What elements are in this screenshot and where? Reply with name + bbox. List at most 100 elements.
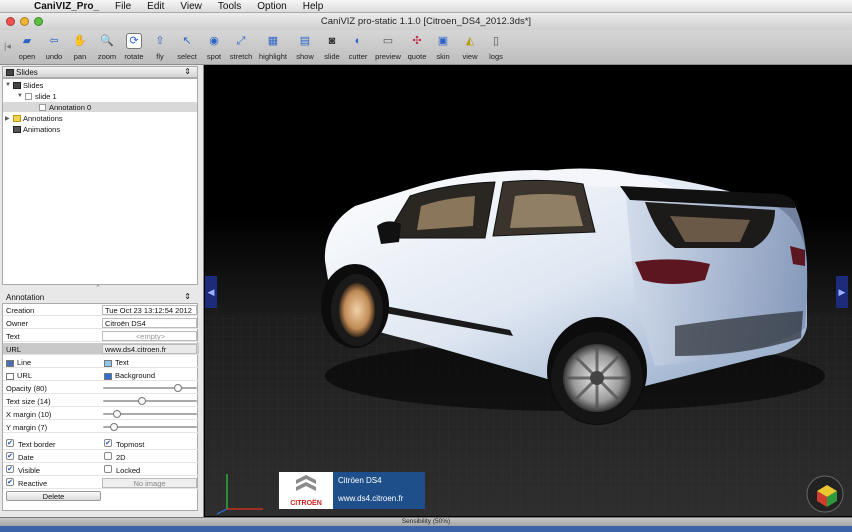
slides-tree: ▼ Slides ▼ slide 1 Annotation 0 ▶ Annota… [2,78,198,285]
prop-label: 2D [116,453,126,462]
slider-knob[interactable] [110,423,119,431]
preview-button[interactable]: ▭ preview [373,33,403,61]
menu-file[interactable]: File [107,1,139,12]
reactive-checkbox[interactable]: ✔ [6,478,14,486]
text-size-slider[interactable] [103,397,197,405]
text-border-checkbox[interactable]: ✔ [6,439,14,447]
3d-viewport[interactable]: ◀ ▶ CITROËN Citröen DS4 www.ds4.citroen.… [205,66,852,516]
spot-button[interactable]: ◉ spot [199,33,229,61]
text-color-swatch[interactable] [104,359,112,367]
y-margin-slider[interactable] [103,423,197,431]
menu-option[interactable]: Option [249,1,294,12]
tree-item-slides[interactable]: ▼ Slides [5,80,197,90]
view-cube-icon[interactable] [806,475,844,513]
highlight-icon: ▦ [267,34,279,47]
background-color-picker[interactable]: Background [104,371,155,380]
stretch-button[interactable]: ⤢ stretch [226,33,256,61]
prop-label: Line [17,358,32,367]
url-field[interactable]: www.ds4.citroen.fr [102,344,197,354]
open-button[interactable]: ▰ open [12,33,42,61]
progress-strip [0,526,852,532]
open-label: open [18,52,36,61]
prop-text-border-topmost: ✔ Text border ✔ Topmost [3,438,199,450]
app-menu[interactable]: CaniVIZ_Pro_ [28,1,107,12]
spot-label: spot [206,52,222,61]
date-checkbox[interactable]: ✔ [6,452,14,460]
url-color-picker[interactable]: URL [6,371,32,380]
slides-panel-header[interactable]: Slides ⇕ [2,66,198,78]
x-margin-slider[interactable] [103,410,197,418]
owner-field[interactable]: Citroën DS4 [102,318,197,328]
show-button[interactable]: ▤ show [290,33,320,61]
select-icon: ↖ [182,34,192,47]
logo-text: CITROËN [290,499,322,507]
slider-knob[interactable] [174,384,183,392]
next-slide-arrow[interactable]: ▶ [836,276,848,308]
logs-icon: ▯ [492,34,500,47]
2d-checkbox[interactable] [104,452,112,460]
slider-knob[interactable] [138,397,147,405]
highlight-button[interactable]: ▦ highlight [258,33,288,61]
cutter-button[interactable]: ◐ cutter [343,33,373,61]
prop-url: URL www.ds4.citroen.fr [3,343,199,355]
visible-checkbox[interactable]: ✔ [6,465,14,473]
window-title: CaniVIZ pro-static 1.1.0 [Citroen_DS4_20… [320,16,532,27]
slides-folder-icon [13,81,21,89]
sensibility-slider[interactable]: Sensibility (50%) [0,517,852,526]
tree-item-annotation-0[interactable]: Annotation 0 [3,102,197,112]
slider-knob[interactable] [113,410,122,418]
tree-item-animations[interactable]: Animations [13,124,197,134]
skin-button[interactable]: ▣ skin [428,33,458,61]
annotation-panel-header[interactable]: Annotation ⇕ [2,291,198,303]
skin-icon: ▣ [437,34,449,47]
prop-url-background-color: URL Background [3,369,199,381]
select-label: select [177,52,197,61]
menu-view[interactable]: View [172,1,210,12]
menu-tools[interactable]: Tools [210,1,249,12]
prev-slide-arrow[interactable]: ◀ [205,276,217,308]
creation-value: Tue Oct 23 13:12:54 2012 [102,305,197,315]
prop-label: Text [6,332,20,341]
annotation-checkbox[interactable] [39,103,46,111]
slide-checkbox[interactable] [25,92,32,100]
expand-triangle-icon[interactable]: ▼ [5,82,13,88]
topmost-checkbox[interactable]: ✔ [104,439,112,447]
rotate-icon: ⟳ [126,33,142,49]
prop-text: Text <empty> [3,330,199,342]
opacity-slider[interactable] [103,384,197,392]
logs-button[interactable]: ▯ logs [481,33,511,61]
expand-triangle-icon[interactable]: ▼ [17,93,25,99]
menu-bar: CaniVIZ_Pro_ File Edit View Tools Option… [0,0,852,13]
text-field[interactable]: <empty> [102,331,197,341]
zoom-button[interactable]: 🔍 zoom [92,33,122,61]
image-picker[interactable]: No image [102,478,197,488]
panel-selector-icon[interactable]: ⇕ [184,292,191,301]
line-color-picker[interactable]: Line [6,358,31,367]
collapsed-triangle-icon[interactable]: ▶ [5,115,13,122]
select-button[interactable]: ↖ select [172,33,202,61]
prop-x-margin: X margin (10) [3,408,199,420]
tree-item-annotations[interactable]: ▶ Annotations [5,113,197,123]
menu-help[interactable]: Help [295,1,332,12]
text-color-picker[interactable]: Text [104,358,129,367]
url-color-swatch[interactable] [6,372,14,380]
spot-icon: ◉ [209,34,219,47]
film-icon [13,125,21,133]
tree-item-slide-1[interactable]: ▼ slide 1 [17,91,197,101]
prop-label: Date [18,453,34,462]
delete-button[interactable]: Delete [6,491,101,501]
menu-edit[interactable]: Edit [139,1,172,12]
line-color-swatch[interactable] [6,359,14,367]
annotation-link[interactable]: www.ds4.citroen.fr [338,494,420,503]
panel-selector-icon[interactable]: ⇕ [184,67,191,76]
annotation-overlay[interactable]: CITROËN Citröen DS4 www.ds4.citroen.fr [279,472,425,509]
locked-checkbox[interactable] [104,465,112,473]
pan-button[interactable]: ✋ pan [65,33,95,61]
background-color-swatch[interactable] [104,372,112,380]
prop-label: Visible [18,466,40,475]
preview-label: preview [375,52,401,61]
3d-scene[interactable] [205,66,852,516]
fly-button[interactable]: ⇧ fly [145,33,175,61]
skin-label: skin [436,52,450,61]
prop-label: Text border [18,440,56,449]
